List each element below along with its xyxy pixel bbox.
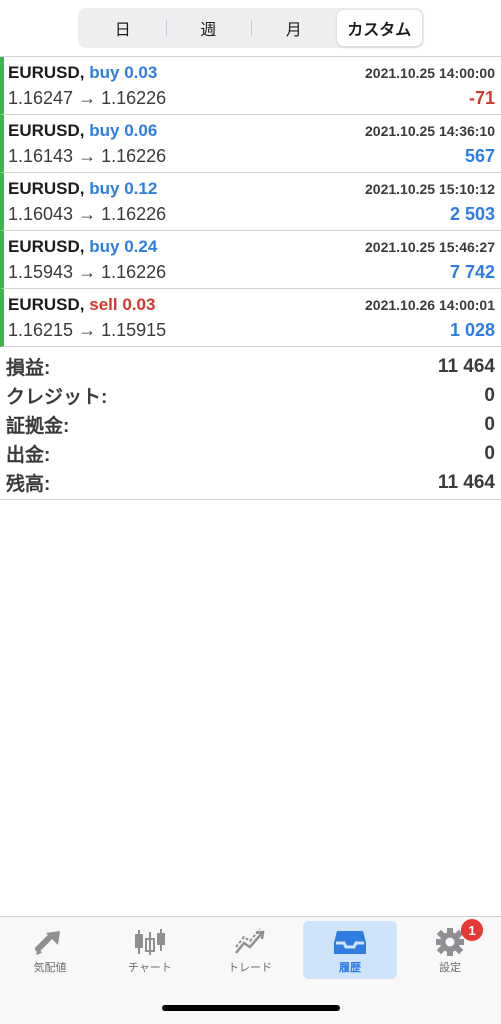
trade-trend-icon bbox=[235, 928, 265, 954]
candlestick-chart-icon bbox=[135, 929, 165, 955]
quotes-icon bbox=[35, 931, 60, 955]
summary-label: クレジット: bbox=[6, 387, 108, 408]
trade-prices: 1.16143 → 1.16226 bbox=[8, 146, 167, 166]
trade-time: 2021.10.26 14:00:01 bbox=[365, 297, 495, 313]
trade-time: 2021.10.25 15:10:12 bbox=[365, 181, 495, 197]
trade-prices: 1.16247 → 1.16226 bbox=[8, 88, 167, 108]
summary-row-profit: 損益: 11 464 bbox=[6, 352, 495, 381]
trade-row[interactable]: EURUSD, buy 0.03 2021.10.25 14:00:00 1.1… bbox=[0, 57, 501, 115]
trade-side: buy 0.12 bbox=[89, 179, 158, 198]
period-tab-custom[interactable]: カスタム bbox=[336, 10, 422, 46]
summary-row-deposit: 証拠金: 0 bbox=[6, 410, 495, 439]
notification-badge: 1 bbox=[461, 919, 483, 941]
tab-label: 設定 bbox=[439, 962, 461, 974]
trade-profit: 1 028 bbox=[449, 320, 495, 340]
summary-row-credit: クレジット: 0 bbox=[6, 381, 495, 410]
tab-history[interactable]: 履歴 bbox=[303, 921, 397, 979]
trade-profit: 7 742 bbox=[449, 262, 495, 282]
trade-symbol: EURUSD, bbox=[8, 179, 85, 198]
period-tab-month[interactable]: 月 bbox=[251, 10, 337, 46]
trade-profit: -71 bbox=[468, 88, 495, 108]
trade-list: EURUSD, buy 0.03 2021.10.25 14:00:00 1.1… bbox=[0, 57, 501, 347]
tab-settings[interactable]: 設定 1 bbox=[403, 919, 497, 979]
account-summary: 損益: 11 464 クレジット: 0 証拠金: 0 出金: 0 残高: 11 … bbox=[0, 349, 501, 500]
summary-value: 0 bbox=[484, 442, 495, 464]
history-screen: 日 週 月 カスタム EURUSD, buy 0.03 2021.10.25 1… bbox=[0, 0, 501, 1024]
trade-symbol-line: EURUSD, buy 0.03 bbox=[8, 63, 157, 83]
home-indicator bbox=[162, 1005, 340, 1011]
summary-row-balance: 残高: 11 464 bbox=[6, 468, 495, 497]
tab-label: トレード bbox=[228, 962, 272, 974]
trade-symbol: EURUSD, bbox=[8, 237, 85, 256]
summary-label: 残高: bbox=[6, 474, 51, 495]
trade-prices: 1.16043 → 1.16226 bbox=[8, 204, 167, 224]
trade-profit: 2 503 bbox=[449, 204, 495, 224]
trade-symbol: EURUSD, bbox=[8, 121, 85, 140]
period-tab-week[interactable]: 週 bbox=[165, 10, 252, 46]
trade-time: 2021.10.25 15:46:27 bbox=[365, 239, 495, 255]
trade-side: buy 0.06 bbox=[89, 121, 158, 140]
trade-side: buy 0.24 bbox=[89, 237, 158, 256]
summary-value: 11 464 bbox=[437, 471, 495, 493]
tab-label: 気配値 bbox=[33, 962, 67, 974]
tab-chart[interactable]: チャート bbox=[103, 921, 197, 979]
trade-symbol: EURUSD, bbox=[8, 63, 85, 82]
trade-side: buy 0.03 bbox=[89, 63, 158, 82]
summary-row-withdrawal: 出金: 0 bbox=[6, 439, 495, 468]
trade-time: 2021.10.25 14:36:10 bbox=[365, 123, 495, 139]
summary-value: 11 464 bbox=[437, 355, 495, 377]
tab-quotes[interactable]: 気配値 bbox=[3, 921, 97, 979]
tab-label: 履歴 bbox=[339, 962, 361, 974]
trade-profit: 567 bbox=[464, 146, 495, 166]
trade-symbol: EURUSD, bbox=[8, 295, 85, 314]
trade-symbol-line: EURUSD, buy 0.24 bbox=[8, 237, 157, 257]
summary-label: 出金: bbox=[6, 445, 51, 466]
tab-trade[interactable]: トレード bbox=[203, 921, 297, 979]
period-tab-day[interactable]: 日 bbox=[80, 10, 166, 46]
trade-symbol-line: EURUSD, buy 0.06 bbox=[8, 121, 157, 141]
trade-row[interactable]: EURUSD, buy 0.24 2021.10.25 15:46:27 1.1… bbox=[0, 231, 501, 289]
trade-side: sell 0.03 bbox=[89, 295, 156, 314]
tab-label: チャート bbox=[128, 962, 172, 974]
trade-row[interactable]: EURUSD, buy 0.12 2021.10.25 15:10:12 1.1… bbox=[0, 173, 501, 231]
trade-time: 2021.10.25 14:00:00 bbox=[365, 65, 495, 81]
trade-prices: 1.16215 → 1.15915 bbox=[8, 320, 167, 340]
summary-label: 損益: bbox=[6, 358, 51, 379]
trade-row[interactable]: EURUSD, sell 0.03 2021.10.26 14:00:01 1.… bbox=[0, 289, 501, 347]
trade-row[interactable]: EURUSD, buy 0.06 2021.10.25 14:36:10 1.1… bbox=[0, 115, 501, 173]
summary-value: 0 bbox=[484, 384, 495, 406]
trade-prices: 1.15943 → 1.16226 bbox=[8, 262, 167, 282]
trade-symbol-line: EURUSD, sell 0.03 bbox=[8, 295, 155, 315]
summary-value: 0 bbox=[484, 413, 495, 435]
period-segmented-control: 日 週 月 カスタム bbox=[78, 8, 424, 48]
history-tray-icon bbox=[334, 931, 366, 954]
trade-symbol-line: EURUSD, buy 0.12 bbox=[8, 179, 157, 199]
summary-label: 証拠金: bbox=[6, 416, 70, 437]
